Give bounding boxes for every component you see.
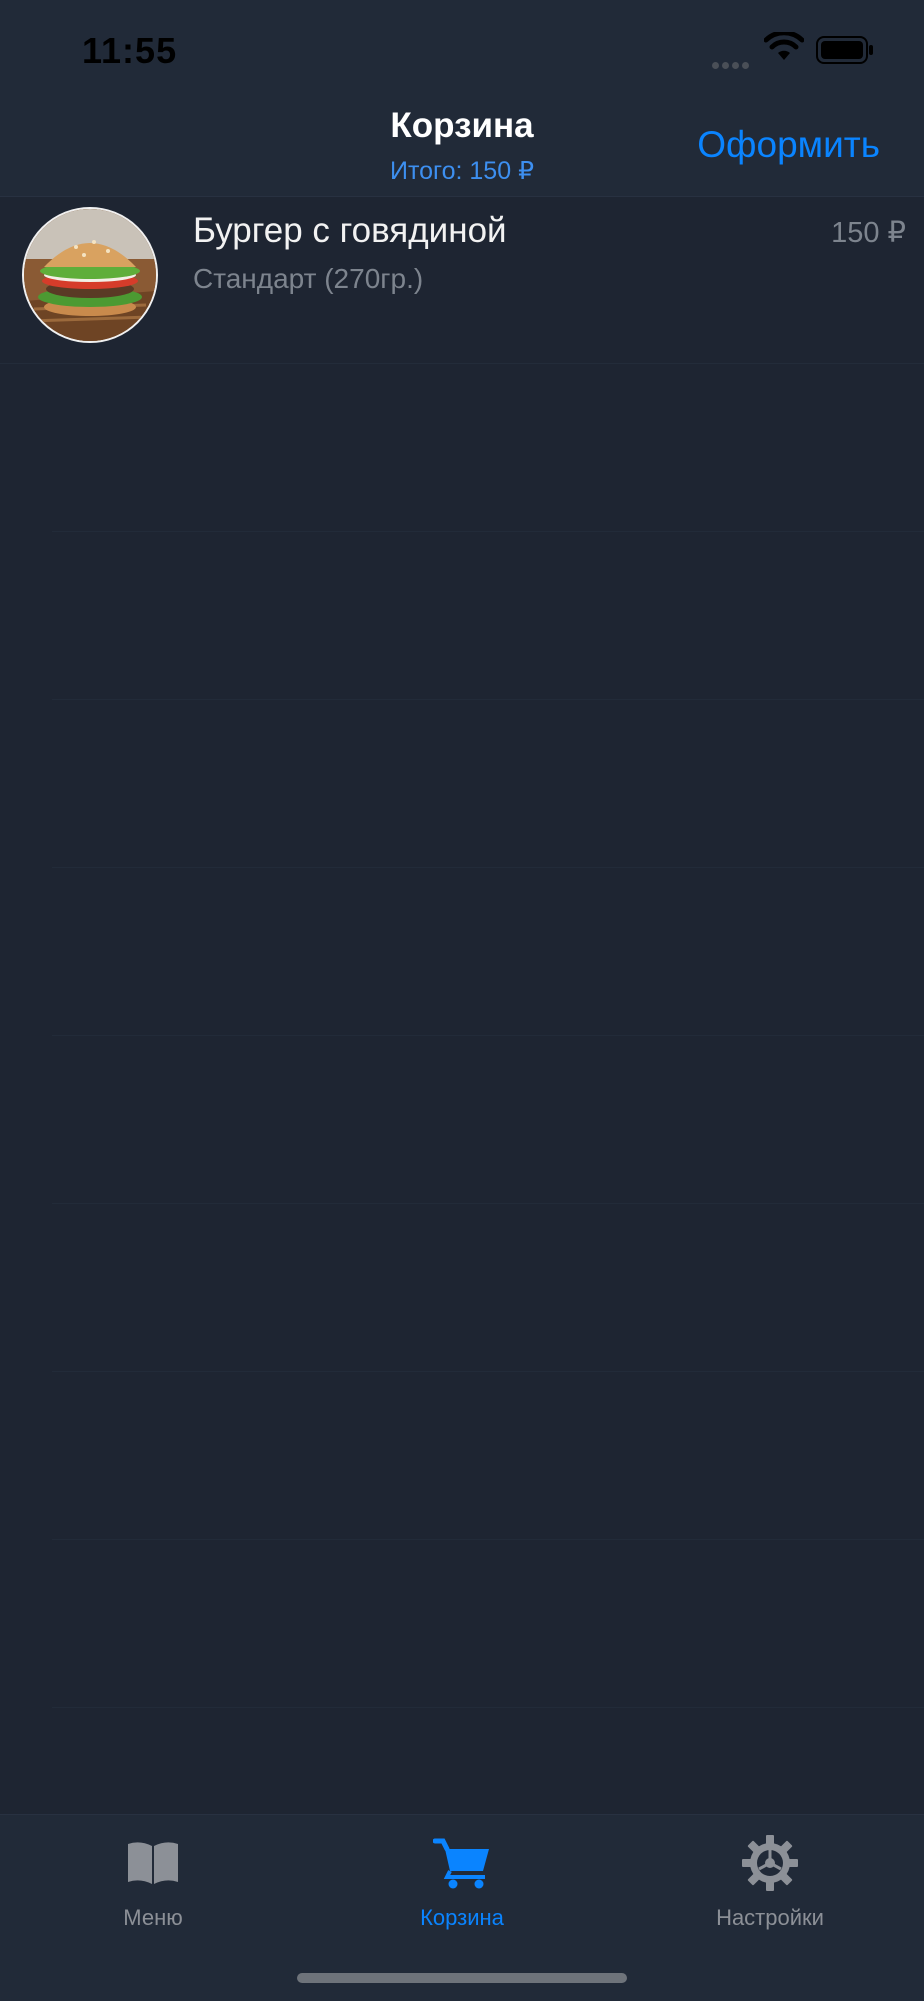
empty-row-separator [52,1540,924,1708]
empty-row-separator [52,1036,924,1204]
tab-menu[interactable]: Меню [53,1831,253,1931]
empty-row-separator [52,1204,924,1372]
cart-list: Бургер с говядиной Стандарт (270гр.) 150… [0,197,924,1876]
empty-row-separator [52,868,924,1036]
tab-settings[interactable]: Настройки [670,1831,870,1931]
burger-photo [22,207,158,343]
cart-icon [433,1838,489,1889]
cart-item-variant: Стандарт (270гр.) [193,263,424,294]
tab-cart-label: Корзина [420,1905,504,1930]
gear-icon [742,1835,798,1891]
cart-item-name: Бургер с говядиной [193,211,507,250]
wifi-icon [764,32,804,60]
empty-row-separator [52,364,924,532]
book-icon [128,1842,178,1884]
tab-settings-label: Настройки [716,1905,824,1930]
cart-item-row[interactable]: Бургер с говядиной Стандарт (270гр.) 150… [0,197,924,364]
status-time: 11:55 [82,30,178,71]
status-bar: 11:55 [0,0,924,100]
tab-cart[interactable]: Корзина [362,1831,562,1931]
empty-row-separator [52,1372,924,1540]
tab-bar: Меню Корзина Настройки [0,1814,924,2001]
battery-icon [816,36,873,64]
navigation-bar: Корзина Итого: 150 ₽ Оформить [0,100,924,197]
checkout-button[interactable]: Оформить [697,124,880,166]
empty-row-separator [52,700,924,868]
home-indicator[interactable] [297,1973,627,1983]
cellular-signal-icon [712,56,756,69]
tab-menu-label: Меню [123,1905,183,1930]
empty-row-separator [52,532,924,700]
cart-item-price: 150 ₽ [831,217,906,249]
